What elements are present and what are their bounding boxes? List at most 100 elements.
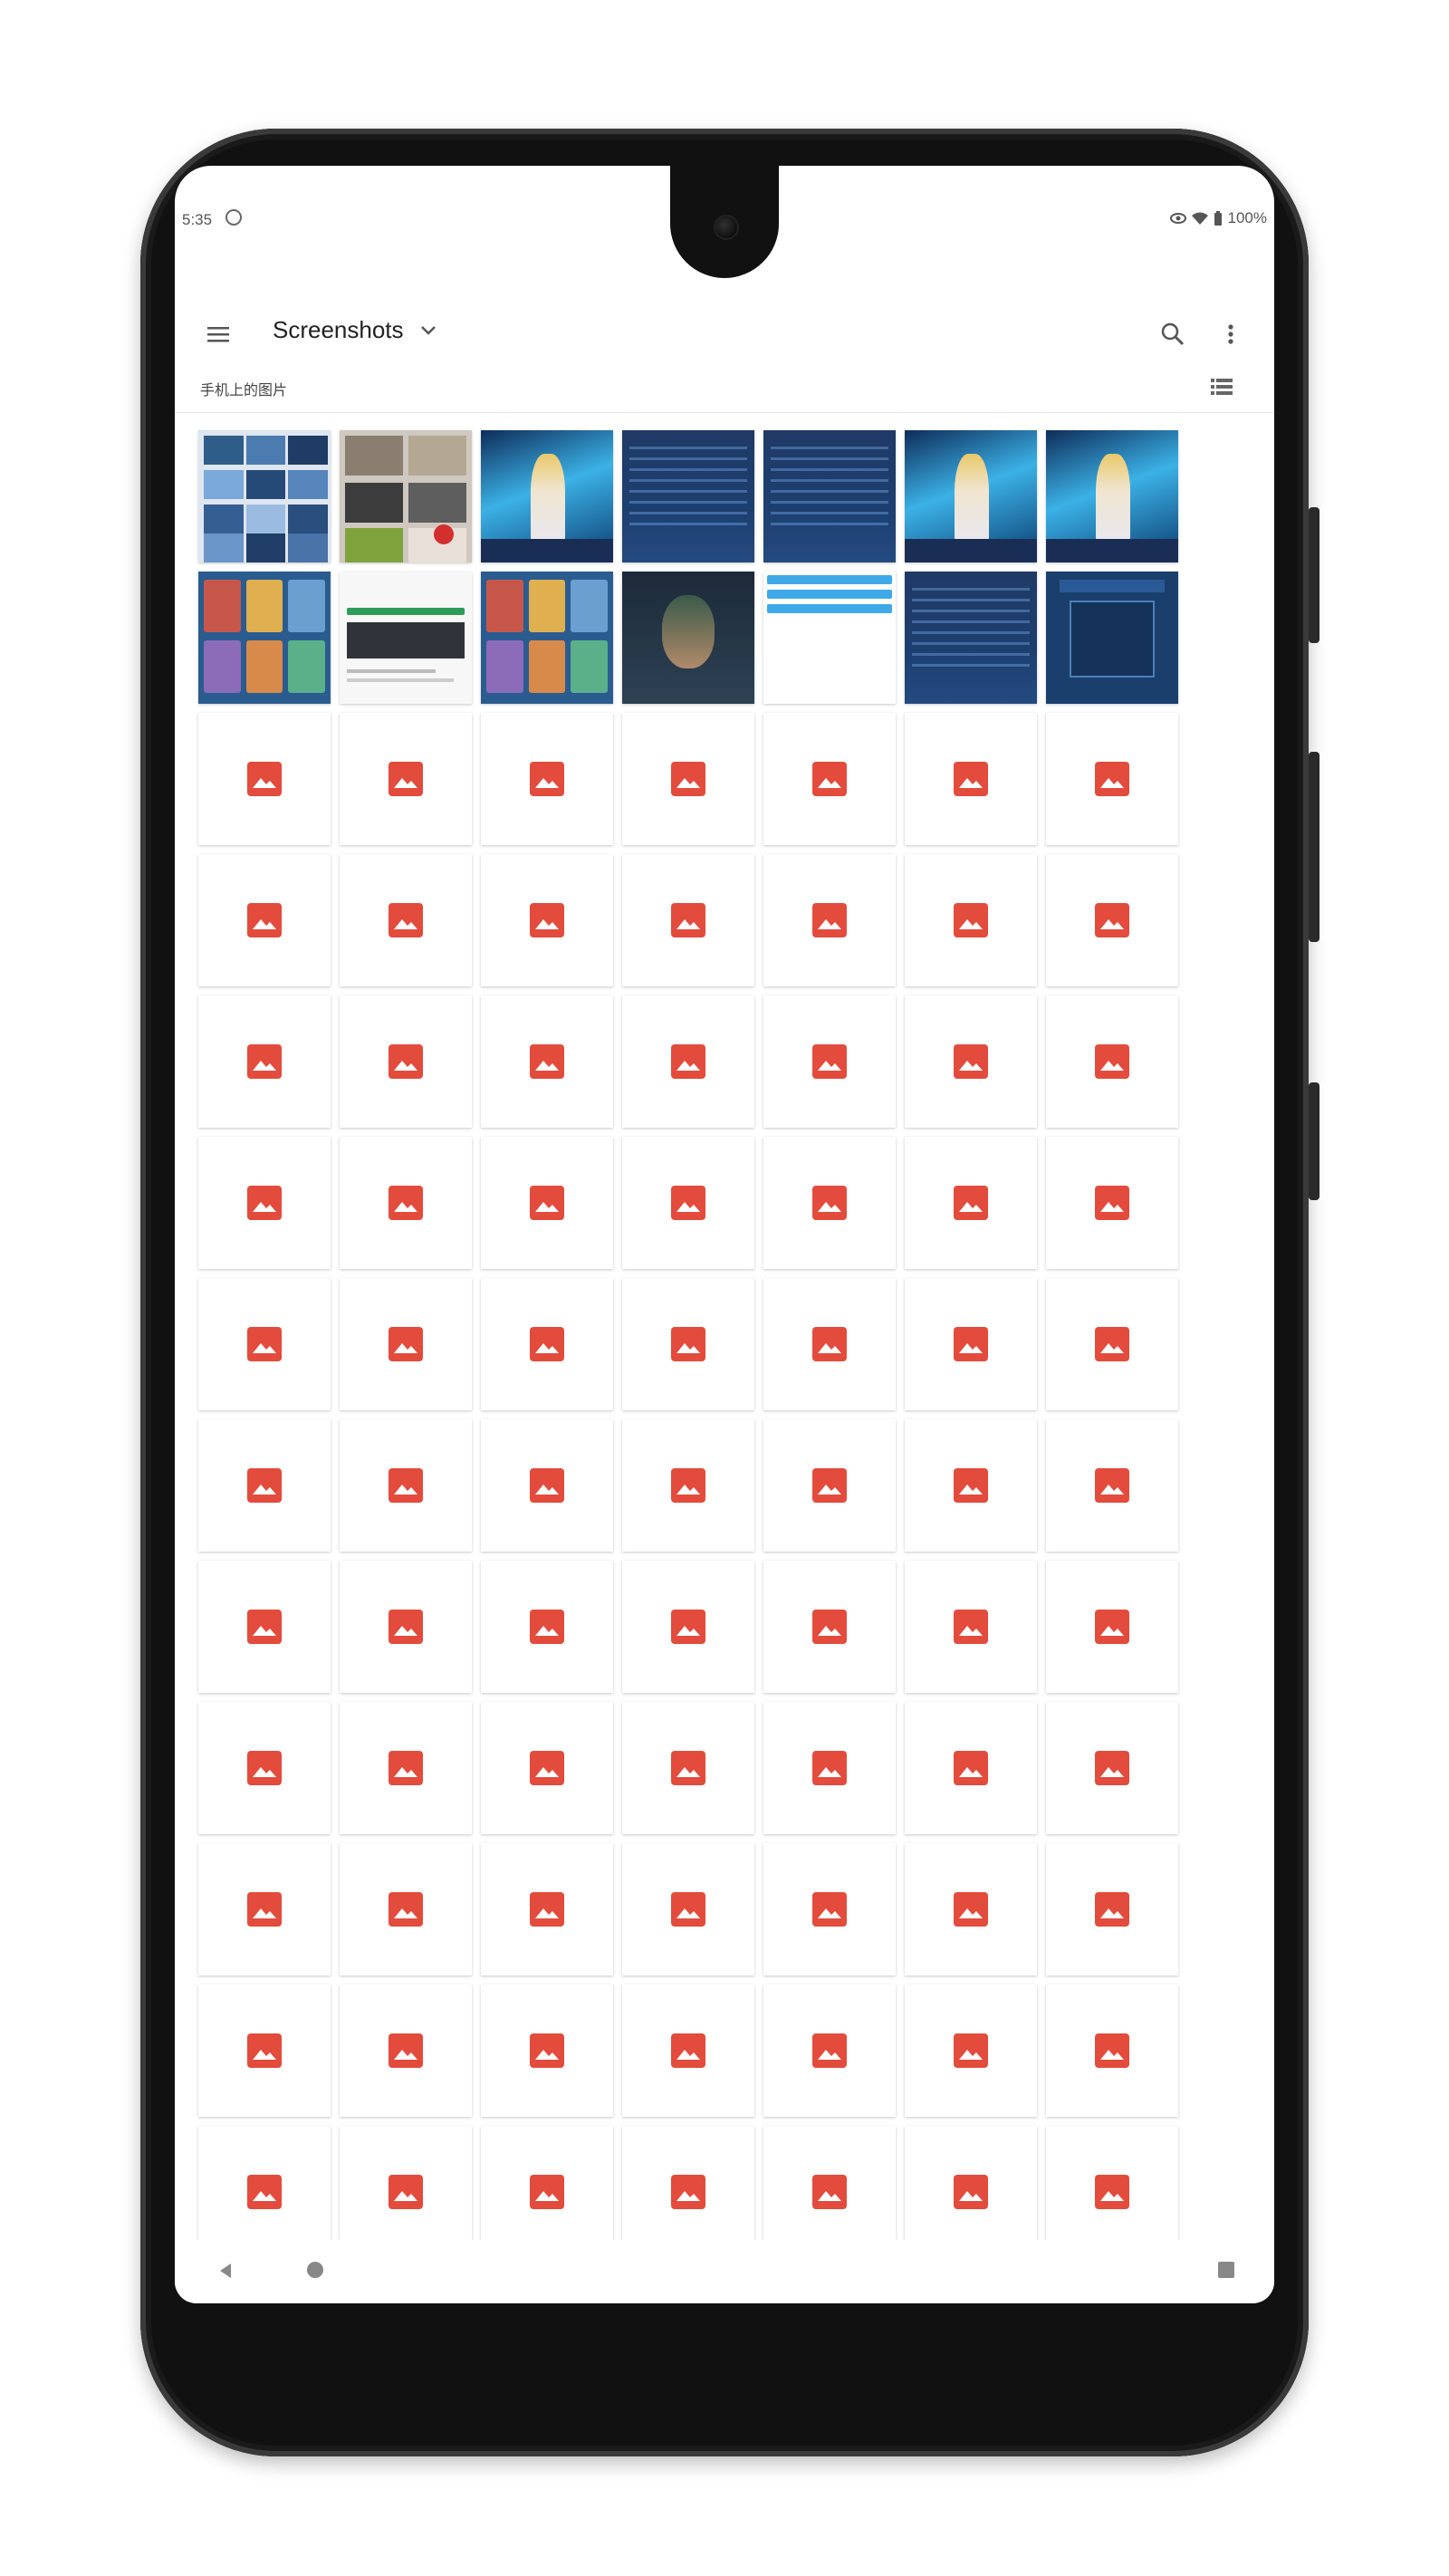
photo-thumbnail[interactable] bbox=[198, 572, 331, 704]
photo-placeholder[interactable] bbox=[481, 995, 613, 1128]
photo-placeholder[interactable] bbox=[481, 1419, 613, 1552]
photo-placeholder[interactable] bbox=[622, 1278, 754, 1410]
photo-placeholder[interactable] bbox=[905, 1985, 1037, 2117]
battery-percent: 100% bbox=[1227, 209, 1267, 226]
photo-placeholder[interactable] bbox=[763, 995, 896, 1128]
photo-thumbnail[interactable] bbox=[481, 430, 613, 562]
photo-placeholder[interactable] bbox=[763, 1702, 896, 1834]
photo-placeholder[interactable] bbox=[622, 1843, 754, 1975]
recents-icon[interactable] bbox=[1218, 2262, 1234, 2278]
photo-placeholder[interactable] bbox=[340, 995, 472, 1128]
photo-placeholder[interactable] bbox=[1046, 1985, 1178, 2117]
photo-placeholder[interactable] bbox=[905, 1419, 1037, 1552]
photo-thumbnail[interactable] bbox=[198, 430, 331, 562]
photo-placeholder[interactable] bbox=[763, 1561, 896, 1693]
photo-placeholder[interactable] bbox=[763, 1419, 896, 1552]
photo-placeholder[interactable] bbox=[622, 1561, 754, 1693]
photo-placeholder[interactable] bbox=[481, 1702, 613, 1834]
search-icon[interactable] bbox=[1158, 320, 1187, 349]
list-view-icon[interactable] bbox=[1211, 378, 1233, 396]
photo-placeholder[interactable] bbox=[198, 713, 331, 845]
photo-thumbnail[interactable] bbox=[1046, 572, 1178, 704]
photo-placeholder[interactable] bbox=[1046, 1137, 1178, 1269]
photo-placeholder[interactable] bbox=[622, 713, 754, 845]
photo-placeholder[interactable] bbox=[763, 1843, 896, 1975]
photo-placeholder[interactable] bbox=[198, 1561, 331, 1693]
photo-placeholder[interactable] bbox=[905, 1702, 1037, 1834]
photo-placeholder[interactable] bbox=[1046, 713, 1178, 845]
photo-thumbnail[interactable] bbox=[1046, 430, 1178, 562]
home-icon[interactable] bbox=[307, 2262, 323, 2278]
photo-placeholder[interactable] bbox=[198, 1843, 331, 1975]
album-selector[interactable]: Screenshots bbox=[273, 316, 437, 344]
photo-placeholder[interactable] bbox=[622, 1985, 754, 2117]
photo-placeholder[interactable] bbox=[340, 1561, 472, 1693]
photo-placeholder[interactable] bbox=[481, 1843, 613, 1975]
photo-placeholder[interactable] bbox=[763, 854, 896, 986]
photo-placeholder[interactable] bbox=[622, 1419, 754, 1552]
photo-placeholder[interactable] bbox=[481, 713, 613, 845]
photo-thumbnail[interactable] bbox=[340, 430, 472, 562]
photo-placeholder[interactable] bbox=[763, 2126, 896, 2258]
photo-placeholder[interactable] bbox=[622, 1137, 754, 1269]
photo-placeholder[interactable] bbox=[622, 854, 754, 986]
photo-thumbnail[interactable] bbox=[622, 430, 754, 562]
photo-placeholder[interactable] bbox=[905, 995, 1037, 1128]
photo-thumbnail[interactable] bbox=[340, 572, 472, 704]
photo-placeholder[interactable] bbox=[905, 713, 1037, 845]
photo-placeholder[interactable] bbox=[198, 1702, 331, 1834]
photo-placeholder[interactable] bbox=[340, 713, 472, 845]
photo-placeholder[interactable] bbox=[905, 854, 1037, 986]
photo-placeholder[interactable] bbox=[481, 1561, 613, 1693]
photo-placeholder[interactable] bbox=[622, 1702, 754, 1834]
photo-placeholder[interactable] bbox=[340, 2126, 472, 2258]
photo-placeholder[interactable] bbox=[1046, 854, 1178, 986]
photo-placeholder[interactable] bbox=[1046, 1561, 1178, 1693]
photo-placeholder[interactable] bbox=[340, 1985, 472, 2117]
photo-placeholder[interactable] bbox=[1046, 1843, 1178, 1975]
photo-placeholder[interactable] bbox=[1046, 1702, 1178, 1834]
photo-placeholder[interactable] bbox=[198, 1419, 331, 1552]
photo-thumbnail[interactable] bbox=[763, 430, 896, 562]
photo-placeholder[interactable] bbox=[198, 1985, 331, 2117]
photo-placeholder[interactable] bbox=[481, 854, 613, 986]
photo-thumbnail[interactable] bbox=[905, 430, 1037, 562]
photo-placeholder[interactable] bbox=[340, 1278, 472, 1410]
photo-placeholder[interactable] bbox=[481, 1985, 613, 2117]
photo-placeholder[interactable] bbox=[198, 1278, 331, 1410]
photo-placeholder[interactable] bbox=[340, 1419, 472, 1552]
photo-placeholder[interactable] bbox=[1046, 995, 1178, 1128]
photo-placeholder[interactable] bbox=[198, 854, 331, 986]
photo-placeholder[interactable] bbox=[481, 1137, 613, 1269]
photo-placeholder[interactable] bbox=[481, 2126, 613, 2258]
photo-placeholder[interactable] bbox=[763, 713, 896, 845]
photo-placeholder[interactable] bbox=[905, 1561, 1037, 1693]
photo-placeholder[interactable] bbox=[1046, 1278, 1178, 1410]
photo-thumbnail[interactable] bbox=[622, 572, 754, 704]
photo-placeholder[interactable] bbox=[622, 995, 754, 1128]
photo-placeholder[interactable] bbox=[481, 1278, 613, 1410]
photo-placeholder[interactable] bbox=[340, 1702, 472, 1834]
back-icon[interactable] bbox=[216, 2262, 235, 2280]
photo-placeholder[interactable] bbox=[763, 1985, 896, 2117]
photo-placeholder[interactable] bbox=[198, 995, 331, 1128]
menu-icon[interactable] bbox=[206, 322, 231, 347]
photo-placeholder[interactable] bbox=[340, 1137, 472, 1269]
photo-placeholder[interactable] bbox=[198, 2126, 331, 2258]
photo-placeholder[interactable] bbox=[905, 1843, 1037, 1975]
photo-placeholder[interactable] bbox=[198, 1137, 331, 1269]
photo-thumbnail[interactable] bbox=[763, 572, 896, 704]
photo-placeholder[interactable] bbox=[1046, 2126, 1178, 2258]
photo-placeholder[interactable] bbox=[905, 1278, 1037, 1410]
photo-placeholder[interactable] bbox=[622, 2126, 754, 2258]
photo-placeholder[interactable] bbox=[905, 1137, 1037, 1269]
photo-thumbnail[interactable] bbox=[905, 572, 1037, 704]
photo-placeholder[interactable] bbox=[340, 854, 472, 986]
photo-placeholder[interactable] bbox=[1046, 1419, 1178, 1552]
photo-thumbnail[interactable] bbox=[481, 572, 613, 704]
photo-placeholder[interactable] bbox=[763, 1278, 896, 1410]
more-vert-icon[interactable] bbox=[1225, 320, 1236, 349]
photo-placeholder[interactable] bbox=[905, 2126, 1037, 2258]
photo-placeholder[interactable] bbox=[340, 1843, 472, 1975]
photo-placeholder[interactable] bbox=[763, 1137, 896, 1269]
